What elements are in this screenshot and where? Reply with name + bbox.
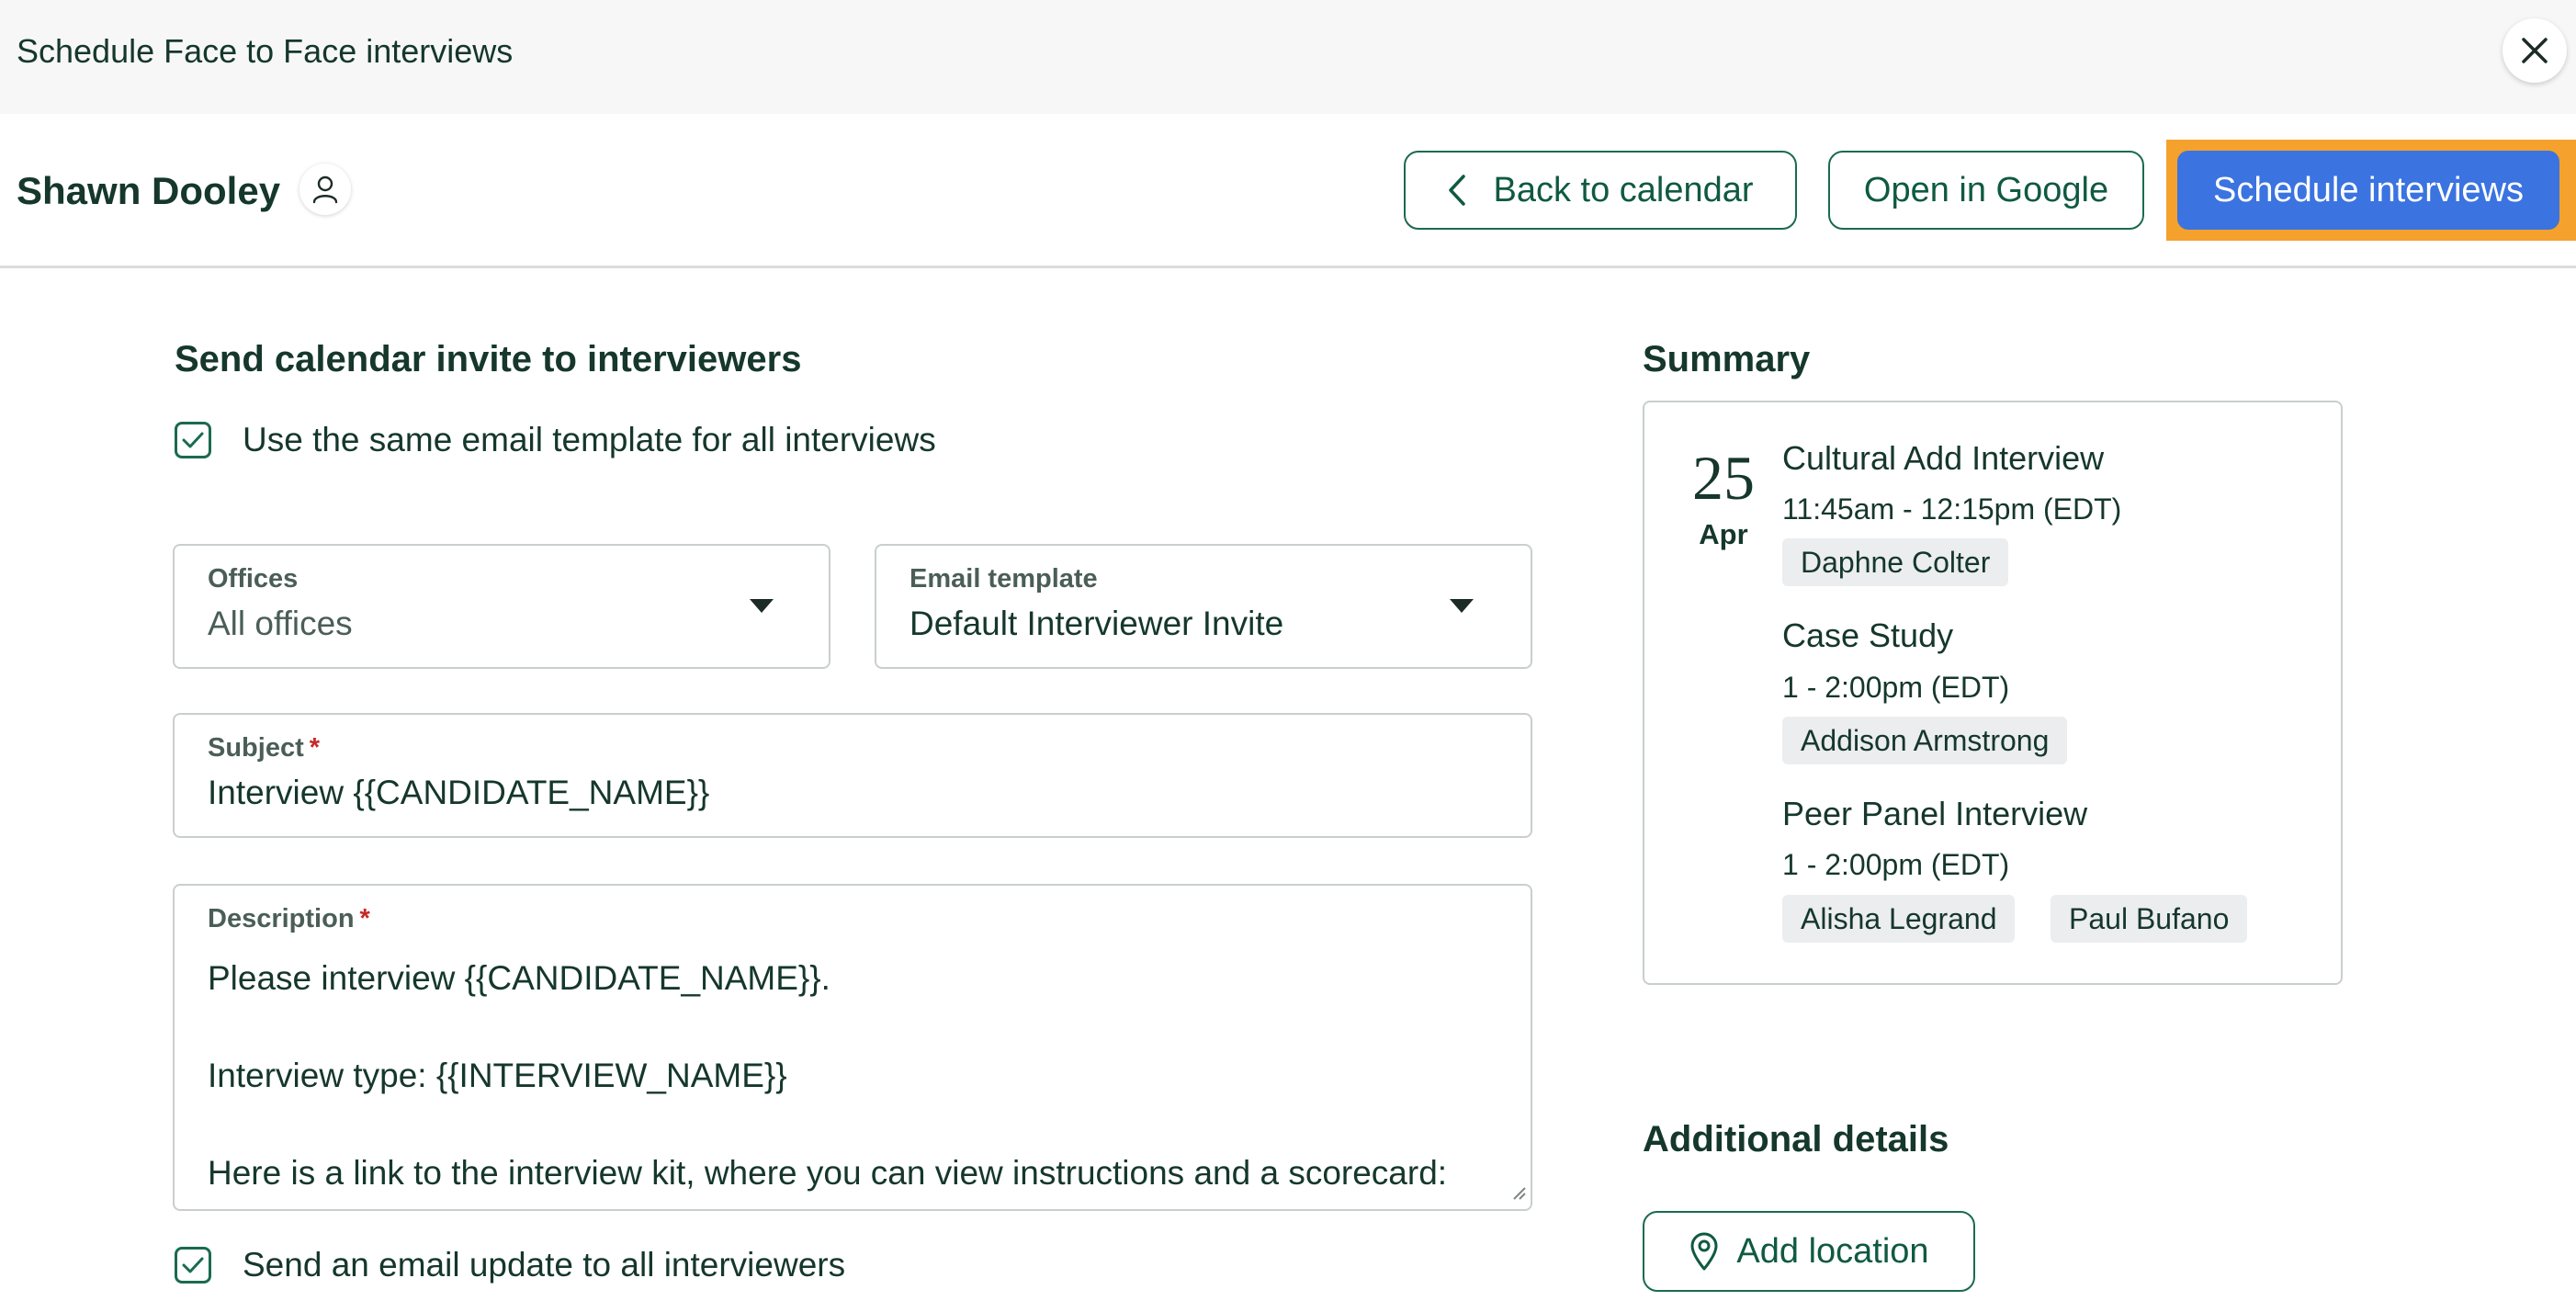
send-update-checkbox-row[interactable]: Send an email update to all interviewers <box>175 1246 845 1284</box>
invite-section-title: Send calendar invite to interviewers <box>175 339 802 379</box>
same-template-checkbox[interactable] <box>175 422 211 458</box>
add-location-label: Add location <box>1736 1231 1929 1271</box>
interview-time: 11:45am - 12:15pm (EDT) <box>1782 492 2122 526</box>
description-field[interactable]: Description * Please interview {{CANDIDAT… <box>173 884 1532 1211</box>
subject-value[interactable]: Interview {{CANDIDATE_NAME}} <box>208 774 709 812</box>
candidate-profile-button[interactable] <box>299 164 351 215</box>
caret-down-icon <box>750 599 774 613</box>
modal-title-bar: Schedule Face to Face interviews <box>0 0 2576 114</box>
interview-time: 1 - 2:00pm (EDT) <box>1782 671 2010 704</box>
interview-name: Peer Panel Interview <box>1782 795 2088 832</box>
description-textarea[interactable]: Please interview {{CANDIDATE_NAME}}. Int… <box>208 954 1447 1197</box>
same-template-label: Use the same email template for all inte… <box>243 421 936 458</box>
offices-value: All offices <box>208 605 353 642</box>
send-update-checkbox[interactable] <box>175 1247 211 1284</box>
same-template-checkbox-row[interactable]: Use the same email template for all inte… <box>175 421 936 459</box>
send-update-label: Send an email update to all interviewers <box>243 1246 846 1284</box>
required-mark: * <box>359 904 370 933</box>
interviewer-chip: Daphne Colter <box>1782 538 2009 586</box>
back-to-calendar-button[interactable]: Back to calendar <box>1404 151 1797 230</box>
modal-title: Schedule Face to Face interviews <box>17 32 514 70</box>
summary-date-day: 25 <box>1692 443 1755 513</box>
email-template-value: Default Interviewer Invite <box>910 605 1284 642</box>
chevron-left-icon <box>1447 174 1467 207</box>
summary-card: 25 Apr Cultural Add Interview 11:45am - … <box>1643 401 2343 985</box>
description-label: Description * <box>208 904 370 933</box>
offices-select[interactable]: Offices All offices <box>173 544 830 669</box>
subject-field[interactable]: Subject * Interview {{CANDIDATE_NAME}} <box>173 713 1532 838</box>
offices-label: Offices <box>208 564 299 594</box>
map-pin-icon <box>1689 1231 1720 1272</box>
interview-name: Cultural Add Interview <box>1782 439 2105 477</box>
email-template-label: Email template <box>910 564 1098 594</box>
add-location-button[interactable]: Add location <box>1643 1211 1975 1292</box>
email-template-select[interactable]: Email template Default Interviewer Invit… <box>875 544 1532 669</box>
interview-name: Case Study <box>1782 616 1954 654</box>
candidate-name: Shawn Dooley <box>17 169 281 212</box>
candidate-header: Shawn Dooley Back to calendar Open in Go… <box>0 114 2576 268</box>
required-mark: * <box>309 733 321 763</box>
person-icon <box>311 175 339 204</box>
checkmark-icon <box>181 430 205 450</box>
schedule-interviews-button[interactable]: Schedule interviews <box>2177 151 2559 230</box>
interviewer-chip: Paul Bufano <box>2051 895 2248 943</box>
back-to-calendar-label: Back to calendar <box>1493 170 1754 209</box>
resize-handle-icon[interactable] <box>1510 1184 1527 1205</box>
summary-date-month: Apr <box>1699 518 1748 550</box>
checkmark-icon <box>181 1255 205 1275</box>
open-in-google-button[interactable]: Open in Google <box>1828 151 2144 230</box>
schedule-interviews-label: Schedule interviews <box>2213 170 2524 209</box>
open-in-google-label: Open in Google <box>1863 170 2109 209</box>
interviewer-chip: Alisha Legrand <box>1782 895 2016 943</box>
interviewer-chip: Addison Armstrong <box>1782 717 2068 764</box>
interview-time: 1 - 2:00pm (EDT) <box>1782 848 2010 881</box>
additional-details-title: Additional details <box>1643 1119 1949 1159</box>
caret-down-icon <box>1450 599 1474 613</box>
subject-label: Subject * <box>208 733 321 763</box>
close-button[interactable] <box>2503 18 2567 83</box>
close-icon <box>2521 37 2548 64</box>
summary-title: Summary <box>1643 339 1811 379</box>
